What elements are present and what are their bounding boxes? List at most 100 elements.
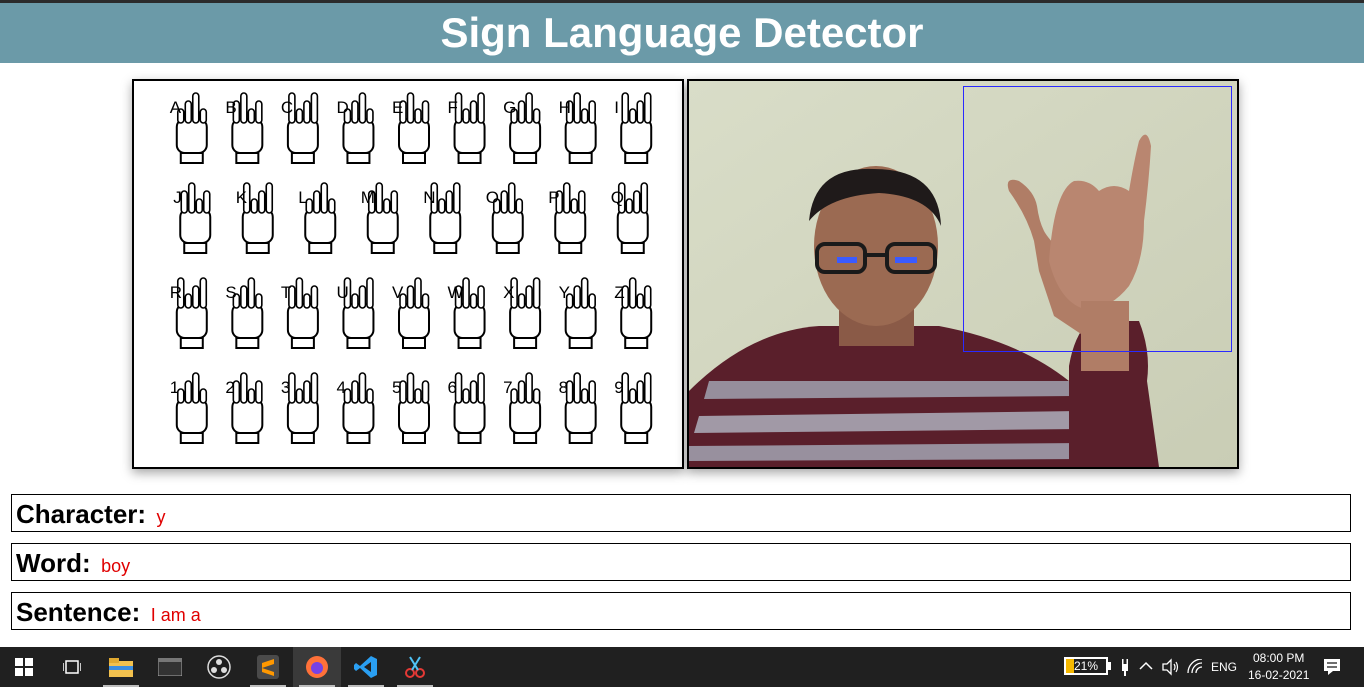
sign-label-3: 3	[281, 378, 290, 397]
sign-label-z: Z	[614, 283, 624, 302]
speaker-icon[interactable]	[1161, 658, 1181, 676]
sign-label-2: 2	[225, 378, 234, 397]
sentence-output: Sentence: I am a	[11, 592, 1351, 630]
chevron-up-icon[interactable]	[1139, 661, 1153, 671]
sign-hand-s	[231, 277, 264, 349]
character-label: Character:	[16, 499, 147, 529]
task-view-icon	[63, 660, 81, 674]
sign-label-8: 8	[559, 378, 568, 397]
sign-hand-3	[286, 372, 319, 444]
sign-label-6: 6	[448, 378, 457, 397]
sign-hand-i	[620, 92, 653, 164]
battery-indicator[interactable]: 21%	[1064, 657, 1108, 675]
folder-icon	[109, 658, 133, 677]
sublime-text-button[interactable]	[244, 647, 292, 687]
sign-label-9: 9	[614, 378, 623, 397]
sign-hand-y	[564, 277, 597, 349]
sign-label-a: A	[170, 98, 182, 117]
sign-label-v: V	[392, 283, 404, 302]
sign-label-g: G	[503, 98, 516, 117]
sign-hand-1	[175, 372, 208, 444]
input-language[interactable]: ENG	[1211, 660, 1237, 674]
sign-chart-drawing: A B C D E F G H I J K L M N O P Q R S T U V W X Y Z 1 2 3 4 5 6 7 8 9	[170, 92, 653, 444]
wifi-icon[interactable]	[1187, 659, 1205, 675]
sign-hand-l	[304, 182, 337, 254]
sign-hand-v	[398, 277, 430, 349]
sign-hand-x	[509, 277, 542, 349]
task-view-button[interactable]	[48, 647, 96, 687]
sentence-value: I am a	[150, 604, 201, 625]
detection-region-box	[963, 86, 1232, 352]
sign-label-q: Q	[611, 188, 624, 207]
obs-button[interactable]	[195, 647, 243, 687]
sign-hand-5	[398, 372, 430, 444]
character-value: y	[156, 506, 166, 527]
windows-taskbar: 21% ENG 08:00 PM 16-02-2021	[0, 647, 1364, 687]
sign-hand-f	[453, 92, 486, 164]
snipping-tool-button[interactable]	[391, 647, 439, 687]
sign-label-4: 4	[336, 378, 345, 397]
sign-label-x: X	[503, 283, 514, 302]
sign-hand-b	[231, 92, 264, 164]
sign-hand-a	[175, 92, 208, 164]
terminal-icon	[158, 658, 182, 676]
sign-label-e: E	[392, 98, 403, 117]
notification-center-icon[interactable]	[1323, 658, 1341, 676]
vscode-icon	[354, 656, 377, 678]
page-title: Sign Language Detector	[0, 3, 1364, 63]
sign-reference-chart: A B C D E F G H I J K L M N O P Q R S T U V W X Y Z 1 2 3 4 5 6 7 8 9	[132, 79, 684, 469]
sign-hand-k	[241, 182, 274, 254]
sign-label-y: Y	[559, 283, 570, 302]
vscode-button[interactable]	[342, 647, 390, 687]
obs-icon	[207, 655, 231, 679]
sign-hand-z	[620, 277, 653, 349]
sign-hand-2	[231, 372, 264, 444]
sign-label-l: L	[298, 188, 307, 207]
sign-label-s: S	[225, 283, 236, 302]
firefox-icon	[306, 656, 328, 678]
windows-start-button[interactable]	[0, 647, 48, 687]
sign-label-u: U	[336, 283, 348, 302]
clock-time[interactable]: 08:00 PM	[1253, 651, 1304, 665]
camera-feed	[687, 79, 1239, 469]
power-plug-icon[interactable]	[1118, 658, 1130, 676]
sign-hand-t	[286, 277, 319, 349]
sign-hand-7	[509, 372, 542, 444]
sign-label-h: H	[559, 98, 571, 117]
sign-label-5: 5	[392, 378, 401, 397]
sign-label-w: W	[448, 283, 464, 302]
clock-date[interactable]: 16-02-2021	[1248, 668, 1309, 682]
terminal-button[interactable]	[146, 647, 194, 687]
sign-label-n: N	[423, 188, 435, 207]
sign-label-k: K	[236, 188, 248, 207]
file-explorer-button[interactable]	[97, 647, 145, 687]
word-value: boy	[101, 555, 131, 576]
sign-hand-e	[398, 92, 430, 164]
sign-hand-6	[453, 372, 486, 444]
sublime-text-icon	[257, 655, 279, 679]
sign-label-1: 1	[170, 378, 179, 397]
sign-hand-j	[179, 182, 212, 254]
sign-label-d: D	[336, 98, 348, 117]
sign-hand-4	[342, 372, 375, 444]
battery-percent: 21%	[1074, 659, 1099, 673]
sign-label-f: F	[448, 98, 458, 117]
sign-label-m: M	[361, 188, 375, 207]
firefox-button[interactable]	[293, 647, 341, 687]
word-label: Word:	[16, 548, 91, 578]
sign-label-r: R	[170, 283, 182, 302]
sign-hand-p	[554, 182, 587, 254]
sign-label-o: O	[486, 188, 499, 207]
sign-label-t: T	[281, 283, 291, 302]
sign-hand-9	[620, 372, 653, 444]
scissors-icon	[405, 656, 425, 678]
sign-label-7: 7	[503, 378, 512, 397]
word-output: Word: boy	[11, 543, 1351, 581]
sentence-label: Sentence:	[16, 597, 141, 627]
sign-label-c: C	[281, 98, 293, 117]
sign-label-p: P	[548, 188, 559, 207]
sign-label-i: I	[614, 98, 619, 117]
windows-logo-icon	[15, 658, 33, 676]
sign-hand-8	[564, 372, 597, 444]
character-output: Character: y	[11, 494, 1351, 532]
